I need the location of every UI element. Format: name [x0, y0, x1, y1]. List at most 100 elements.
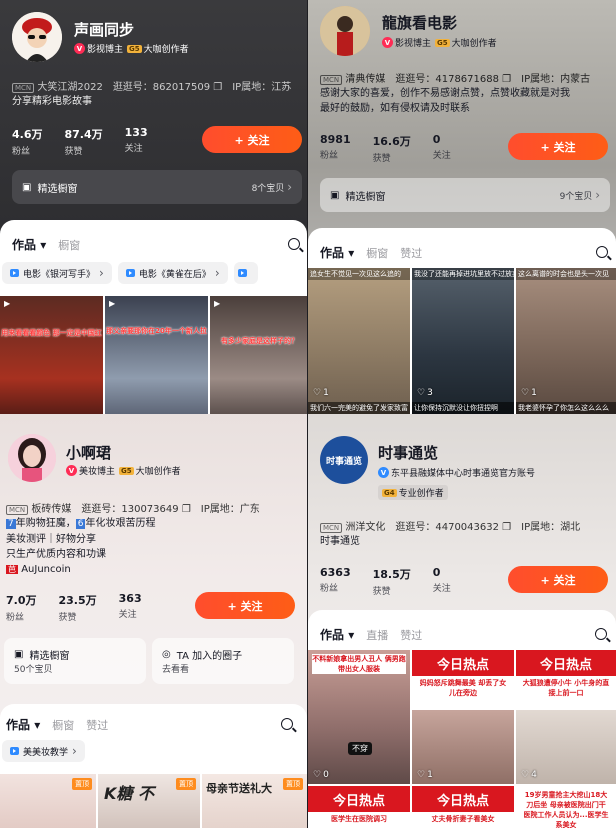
account-id[interactable]: 逛逛号：130073649 ❐: [81, 500, 190, 515]
tab-works[interactable]: 作品 ▾: [6, 716, 40, 733]
account-id[interactable]: 逛逛号：862017509 ❐: [113, 78, 222, 93]
stat-fans[interactable]: 6363 粉丝: [320, 566, 351, 597]
video-thumb[interactable]: 不料新娘拿出男人丑人 俩男跑带出女人服装 不穿 ♡ 0: [308, 650, 410, 784]
like-count: ♡ 1: [521, 388, 537, 398]
profile-name: 龍旗看电影: [382, 14, 458, 32]
video-thumb[interactable]: 这么离谱的时会也是头一次见 ♡ 1 我老婆怀孕了你怎么这么么么: [516, 268, 616, 414]
follow-button[interactable]: + 关注: [508, 133, 608, 160]
video-thumb[interactable]: 今日热点 丈夫骨折妻子看美女: [412, 786, 514, 828]
avatar[interactable]: [8, 434, 56, 482]
showcase-window[interactable]: ▣ 精选橱窗 50个宝贝: [4, 638, 146, 684]
like-count: ♡ 4: [521, 770, 537, 780]
collection-chip[interactable]: 电影《黄雀在后》 ›: [117, 262, 228, 284]
copy-icon[interactable]: ❐: [213, 82, 222, 93]
video-thumb[interactable]: 19岁男童抢主大挖山18大刀后坐 母亲被医院出门干 医院工作人员认为...医学生…: [516, 786, 616, 828]
showcase-window[interactable]: ▣ 精选橱窗 8个宝贝 ›: [12, 170, 302, 204]
follow-button[interactable]: + 关注: [195, 592, 295, 619]
video-grid: ▶ 用来看看看颜色 那一定是中国红 ▶ 那父亲要那你在20年一个新人拉 ▶ 有多…: [0, 296, 307, 414]
search-icon[interactable]: [288, 238, 300, 250]
copy-icon[interactable]: ❐: [502, 522, 511, 533]
heart-icon: ♡: [521, 770, 530, 780]
content-tabs: 作品 ▾ 橱窗: [12, 236, 80, 253]
search-icon[interactable]: [596, 246, 608, 258]
playlist-icon: [237, 269, 247, 277]
video-thumb[interactable]: ▶ 有多少家庭是这样子的？: [210, 296, 307, 414]
meta-row: MCN 大笑江湖2022 逛逛号：862017509 ❐ IP属地：江苏: [12, 78, 291, 93]
tab-liked[interactable]: 赞过: [86, 717, 108, 733]
follow-button[interactable]: + 关注: [202, 126, 302, 153]
stat-following[interactable]: 0 关注: [433, 566, 451, 597]
heart-icon: ♡: [417, 388, 426, 398]
tab-window[interactable]: 橱窗: [52, 717, 74, 733]
copy-icon[interactable]: ❐: [502, 74, 511, 85]
video-thumb[interactable]: ▶ 用来看看看颜色 那一定是中国红: [0, 296, 103, 414]
video-thumb[interactable]: 今日热点 妈妈怒斥跳舞最美 却丢了女儿在旁边 ♡ 1: [412, 650, 514, 784]
tab-works[interactable]: 作品 ▾: [320, 626, 354, 643]
video-thumb[interactable]: 追女生不觉见一次见这么追的 ♡ 1 我们六一完美的避免了发家致富: [308, 268, 410, 414]
playlist-icon: [125, 269, 135, 277]
joined-circles[interactable]: ◎ TA 加入的圈子 去看看: [152, 638, 294, 684]
heart-icon: ♡: [313, 388, 322, 398]
mcn-info: MCN 板砖传媒: [6, 500, 71, 515]
account-id[interactable]: 逛逛号：4470043632 ❐: [395, 518, 511, 533]
video-thumb[interactable]: K糖 不 置顶: [98, 774, 200, 828]
stat-fans[interactable]: 4.6万 粉丝: [12, 126, 43, 157]
collection-chip[interactable]: [233, 262, 258, 284]
video-thumb[interactable]: 今日热点 大狐狼遭停小牛 小牛身的直接上前一口 ♡ 4: [516, 650, 616, 784]
video-thumb[interactable]: 今日热点 医学生在医院调习: [308, 786, 410, 828]
verified-badge: V 影视博主: [74, 42, 123, 55]
level-icon: G5: [119, 466, 134, 475]
stat-likes[interactable]: 87.4万 获赞: [65, 126, 103, 157]
video-grid: 置顶 K糖 不 置顶 母亲节送礼大 置顶: [0, 774, 307, 828]
copy-icon[interactable]: ❐: [182, 504, 191, 515]
badge-row: V 美妆博主 G5 大咖创作者: [66, 464, 181, 477]
play-icon: ▶: [109, 299, 116, 308]
account-id[interactable]: 逛逛号：4178671688 ❐: [395, 70, 511, 85]
stat-following[interactable]: 0 关注: [433, 133, 451, 164]
video-thumb[interactable]: ▶ 那父亲要那你在20年一个新人拉: [105, 296, 208, 414]
stat-following[interactable]: 133 关注: [125, 126, 148, 157]
stat-fans[interactable]: 7.0万 粉丝: [6, 592, 37, 623]
stats-row: 6363 粉丝 18.5万 获赞 0 关注: [320, 566, 451, 597]
play-icon: ▶: [214, 299, 221, 308]
tab-works[interactable]: 作品 ▾: [12, 236, 46, 253]
stat-fans[interactable]: 8981 粉丝: [320, 133, 351, 164]
avatar[interactable]: 时事通览: [320, 436, 368, 484]
tab-liked[interactable]: 赞过: [400, 627, 422, 643]
tab-live[interactable]: 直播: [366, 627, 388, 643]
circle-icon: ◎: [162, 649, 171, 660]
bio-tagged-line: 7 年购物狂魔， 6 年化妆艰苦历程: [6, 518, 156, 529]
creator-badge: G5 大咖创作者: [119, 466, 181, 477]
tab-liked[interactable]: 赞过: [400, 245, 422, 261]
stat-likes[interactable]: 23.5万 获赞: [59, 592, 97, 623]
stat-likes[interactable]: 16.6万 获赞: [373, 133, 411, 164]
search-icon[interactable]: [281, 718, 293, 730]
video-thumb[interactable]: 我没了还能再掉进坑里放不过放弃 ♡ 3 让你保持沉默没让你扭捏啊: [412, 268, 514, 414]
video-thumb[interactable]: 置顶: [0, 774, 96, 828]
level-icon: G5: [127, 44, 142, 53]
external-link[interactable]: 芭 AuJuncoin: [6, 562, 155, 577]
logo-text: 时事通览: [325, 456, 362, 467]
news-headline: 今日热点: [412, 786, 514, 812]
stat-likes[interactable]: 18.5万 获赞: [373, 566, 411, 597]
collection-chip[interactable]: 电影《银河写手》 ›: [2, 262, 112, 284]
tab-window[interactable]: 橱窗: [58, 237, 80, 253]
verified-icon: V: [378, 467, 389, 478]
tab-works[interactable]: 作品 ▾: [320, 244, 354, 261]
avatar[interactable]: [12, 12, 62, 62]
showcase-window[interactable]: ▣ 精选橱窗 9个宝贝 ›: [320, 178, 610, 212]
video-thumb[interactable]: 母亲节送礼大 置顶: [202, 774, 307, 828]
search-icon[interactable]: [595, 628, 607, 640]
avatar[interactable]: [320, 6, 370, 56]
verified-icon: V: [66, 465, 77, 476]
chevron-right-icon: ›: [99, 266, 104, 280]
collection-chip[interactable]: 美美妆教学 ›: [2, 740, 85, 762]
tab-window[interactable]: 橱窗: [366, 245, 388, 261]
play-icon: ▶: [4, 299, 11, 308]
follow-button[interactable]: + 关注: [508, 566, 608, 593]
heart-icon: ♡: [521, 388, 530, 398]
stat-following[interactable]: 363 关注: [119, 592, 142, 623]
content-sheet: 作品 ▾ 橱窗 电影《银河写手》 › 电影《黄雀在后》 › ▶ 用来看看看颜色 那一…: [0, 220, 307, 414]
window-icon: ▣: [330, 189, 340, 201]
verified-badge: V 美妆博主: [66, 464, 115, 477]
